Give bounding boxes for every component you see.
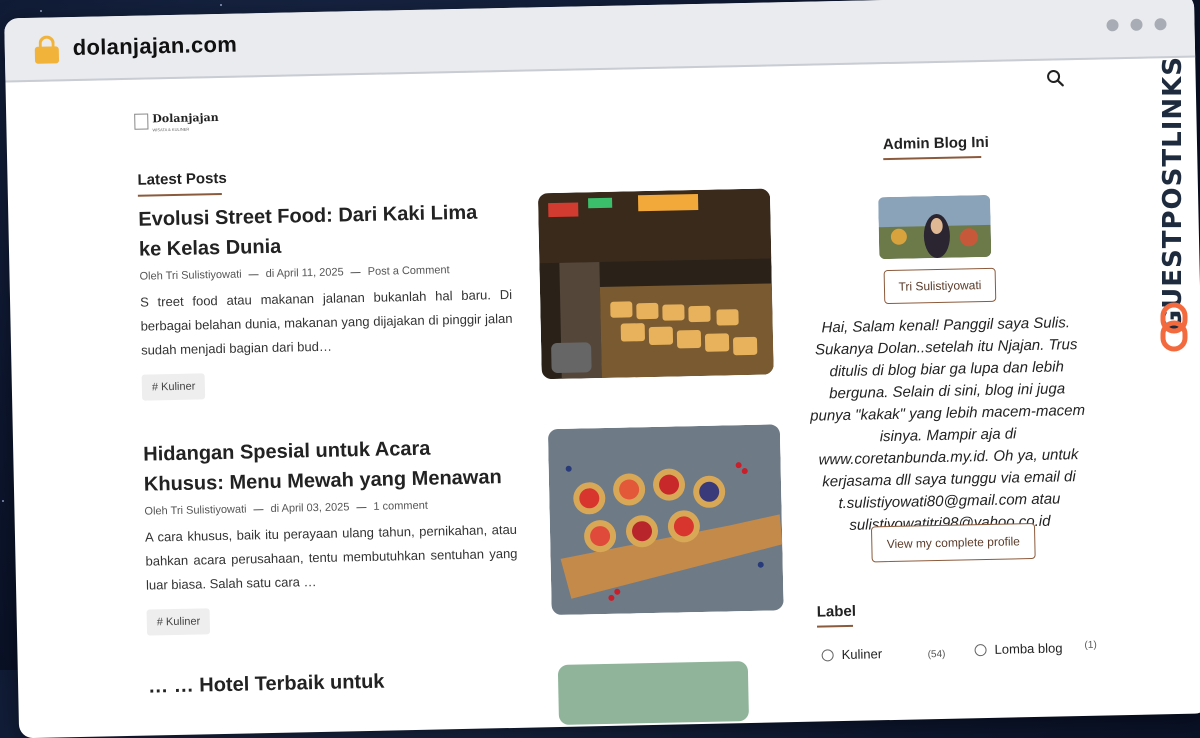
admin-name-button[interactable]: Tri Sulistiyowati bbox=[883, 267, 997, 305]
admin-photo-image bbox=[878, 194, 992, 260]
label-count: (1) bbox=[1084, 639, 1097, 651]
view-profile-button[interactable]: View my complete profile bbox=[870, 522, 1036, 563]
post-title[interactable]: Hidangan Spesial untuk Acara Khusus: Men… bbox=[143, 432, 504, 500]
post-thumbnail[interactable] bbox=[537, 188, 774, 380]
meta-separator bbox=[350, 271, 361, 273]
post-comments[interactable]: Post a Comment bbox=[368, 264, 450, 278]
watermark: GUESTPOSTLINKS bbox=[1154, 56, 1194, 356]
post-tag[interactable]: # Kuliner bbox=[141, 373, 206, 401]
label-item[interactable]: Lomba blog bbox=[974, 640, 1063, 657]
label-count: (54) bbox=[927, 648, 946, 661]
post-tag[interactable]: # Kuliner bbox=[146, 608, 211, 636]
post-date: di April 11, 2025 bbox=[265, 266, 344, 281]
avatar[interactable] bbox=[878, 194, 992, 260]
logo-subtitle: WISATA & KULINER bbox=[152, 126, 190, 133]
post-title[interactable]: Evolusi Street Food: Dari Kaki Lima ke K… bbox=[138, 197, 499, 265]
window-dot-icon[interactable] bbox=[1154, 18, 1167, 31]
post-author[interactable]: Oleh Tri Sulistiyowati bbox=[144, 503, 246, 517]
browser-window: dolanjajan.com Dolanjajan WISATA & KULIN… bbox=[4, 0, 1200, 738]
logo-text: Dolanjajan bbox=[152, 110, 219, 126]
watermark-text: GUESTPOSTLINKS bbox=[1158, 56, 1188, 332]
page-content: Dolanjajan WISATA & KULINER Latest Posts… bbox=[5, 58, 1200, 738]
street-food-image bbox=[537, 188, 774, 380]
post-thumbnail[interactable] bbox=[557, 661, 750, 725]
tarts-image bbox=[547, 424, 784, 616]
post-excerpt: S treet food atau makanan jalanan bukanl… bbox=[139, 286, 513, 358]
post-thumbnail[interactable] bbox=[547, 424, 784, 616]
post-excerpt: A cara khusus, baik itu perayaan ulang t… bbox=[144, 521, 518, 593]
check-circle-icon bbox=[821, 648, 834, 661]
meta-separator bbox=[248, 273, 259, 275]
window-dot-icon[interactable] bbox=[1106, 19, 1119, 32]
title-underline bbox=[137, 192, 222, 197]
check-circle-icon bbox=[974, 643, 987, 656]
label-name: Kuliner bbox=[841, 646, 883, 663]
post-date: di April 03, 2025 bbox=[270, 501, 350, 515]
label-name: Lomba blog bbox=[994, 640, 1063, 657]
site-logo[interactable]: Dolanjajan WISATA & KULINER bbox=[134, 108, 219, 133]
label-item[interactable]: Kuliner bbox=[821, 646, 882, 662]
lock-icon bbox=[34, 35, 60, 64]
logo-mark-icon bbox=[134, 112, 149, 130]
label-title: Label bbox=[816, 602, 857, 621]
title-underline bbox=[883, 156, 982, 161]
meta-separator bbox=[253, 508, 264, 510]
address-bar[interactable]: dolanjajan.com bbox=[72, 32, 237, 61]
post-author[interactable]: Oleh Tri Sulistiyowati bbox=[139, 269, 241, 283]
meta-separator bbox=[356, 506, 367, 508]
link-chain-icon bbox=[1160, 302, 1188, 352]
admin-title: Admin Blog Ini bbox=[882, 133, 989, 154]
post-comments[interactable]: 1 comment bbox=[373, 500, 428, 513]
title-underline bbox=[817, 624, 854, 628]
window-dot-icon[interactable] bbox=[1130, 18, 1143, 31]
latest-posts-title: Latest Posts bbox=[137, 169, 227, 189]
window-controls bbox=[1106, 18, 1167, 32]
admin-bio: Hai, Salam kenal! Panggil saya Sulis. Su… bbox=[809, 314, 1086, 534]
search-icon[interactable] bbox=[1045, 68, 1065, 88]
